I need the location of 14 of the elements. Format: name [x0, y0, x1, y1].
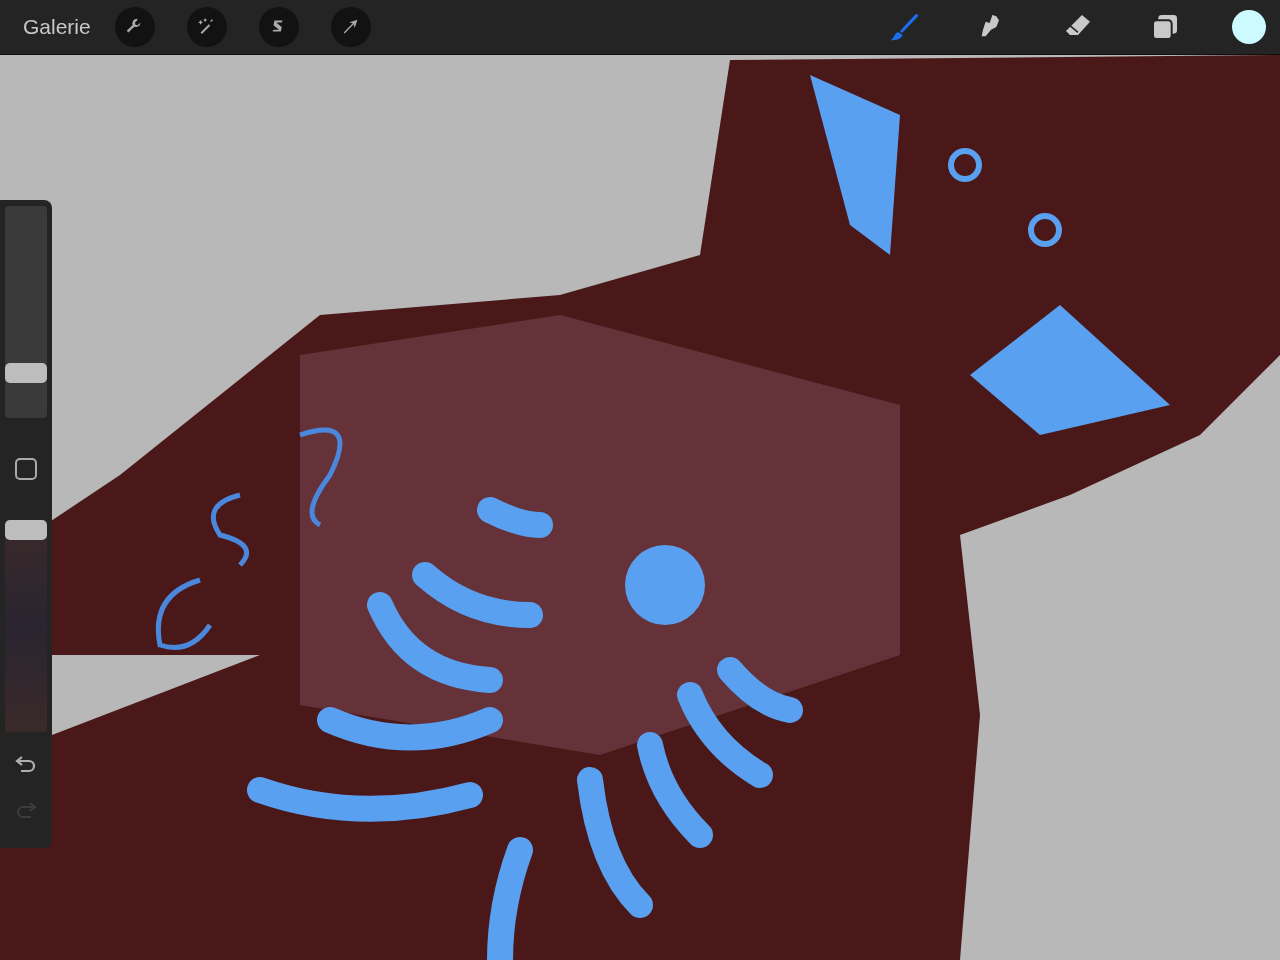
modify-button[interactable] — [15, 458, 37, 480]
wand-button[interactable] — [186, 7, 227, 47]
selection-button[interactable] — [258, 7, 299, 47]
size-slider[interactable] — [5, 206, 47, 418]
brush-icon — [888, 11, 920, 43]
transform-button[interactable] — [330, 7, 371, 47]
slider-thumb[interactable] — [5, 363, 47, 384]
gallery-button[interactable]: Galerie — [23, 15, 91, 39]
undo-arrow-icon — [15, 755, 37, 773]
redo-arrow-icon — [15, 801, 37, 819]
color-swatch[interactable] — [1232, 10, 1266, 44]
slider-thumb[interactable] — [5, 520, 47, 540]
wrench-button[interactable] — [114, 7, 155, 47]
opacity-slider[interactable] — [5, 520, 47, 732]
